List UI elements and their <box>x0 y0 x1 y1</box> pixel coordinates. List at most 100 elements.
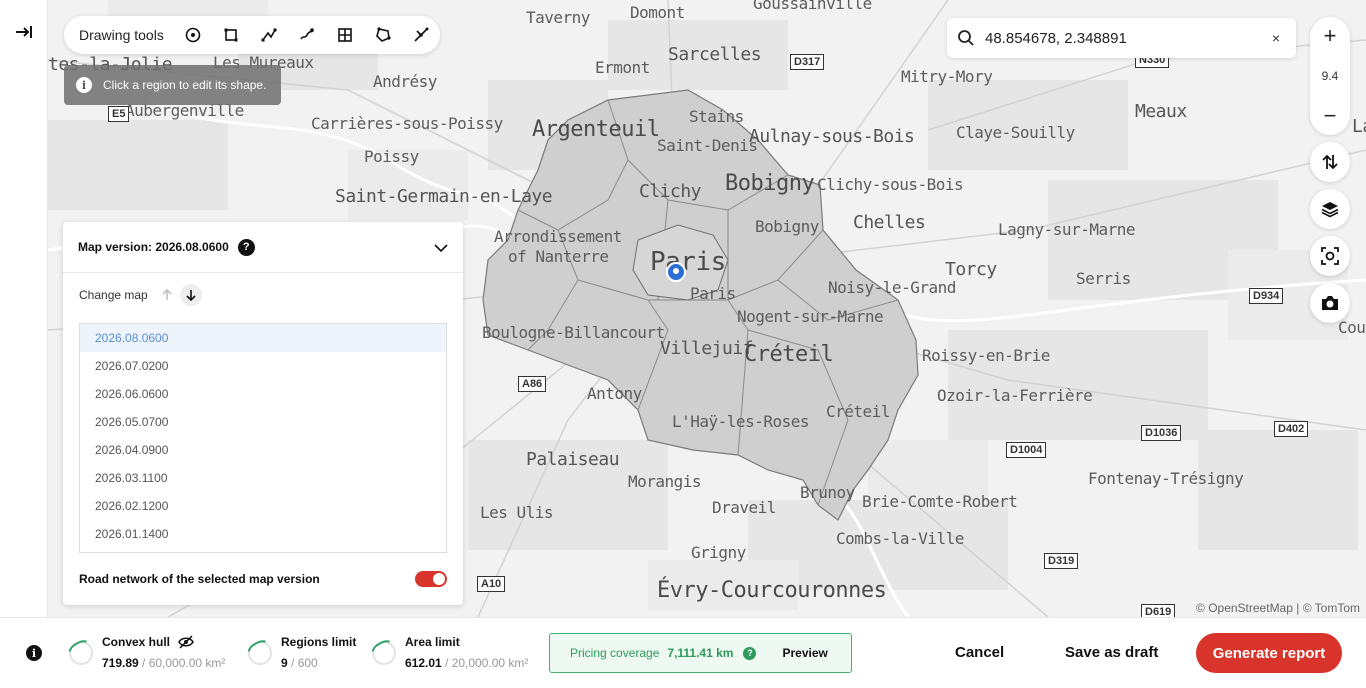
place-label: Stains <box>689 107 744 126</box>
grid-icon <box>338 28 352 42</box>
place-label: Clichy <box>639 181 702 202</box>
vertex-edit-tool-button[interactable] <box>402 16 440 54</box>
version-item[interactable]: 2026.04.0900 <box>80 436 446 464</box>
clear-search-button[interactable]: × <box>1266 28 1286 48</box>
sort-arrows-icon <box>1322 154 1338 170</box>
place-label: Ozoir-la-Ferrière <box>937 386 1093 405</box>
place-label: Aulnay-sous-Bois <box>749 126 915 147</box>
area-value: 612.01 <box>405 656 442 670</box>
place-label: Domont <box>630 3 685 22</box>
road-shield: D319 <box>1044 553 1079 569</box>
layers-button[interactable] <box>1310 189 1350 229</box>
place-label-big: Bobigny <box>725 171 815 196</box>
rectangle-tool-button[interactable] <box>212 16 250 54</box>
place-label: Goussainville <box>753 0 872 13</box>
place-label: Claye-Souilly <box>956 123 1075 142</box>
toggle-knob <box>433 573 445 585</box>
change-map-label: Change map <box>79 288 148 302</box>
place-label: of Nanterre <box>508 247 609 266</box>
version-item[interactable]: 2026.03.1100 <box>80 464 446 492</box>
road-shield: D934 <box>1249 288 1284 304</box>
location-search: × <box>947 18 1296 58</box>
info-icon: i <box>76 77 92 93</box>
edit-hint-tooltip: i Click a region to edit its shape. <box>64 65 281 105</box>
zoom-in-button[interactable]: + <box>1310 17 1350 55</box>
panel-header: Map version: 2026.08.0600 ? <box>63 222 463 273</box>
road-network-toggle[interactable] <box>415 571 447 587</box>
place-label: Chelles <box>853 212 926 233</box>
save-draft-button[interactable]: Save as draft <box>1065 644 1158 661</box>
place-label: Palaiseau <box>526 449 620 470</box>
arrow-up-icon <box>162 289 172 300</box>
zoom-out-button[interactable]: − <box>1310 97 1350 135</box>
place-label: Mitry-Mory <box>901 67 993 86</box>
preview-button[interactable]: Preview <box>782 646 827 660</box>
map-version-list[interactable]: 2026.08.0600 2026.07.0200 2026.06.0600 2… <box>79 323 447 553</box>
place-label-big: Créteil <box>744 342 834 367</box>
place-label: Poissy <box>364 147 419 166</box>
drawing-toolbar: Drawing tools <box>64 16 440 54</box>
version-item[interactable]: 2026.07.0200 <box>80 352 446 380</box>
place-label: Boulogne-Billancourt <box>482 323 665 342</box>
version-item[interactable]: 2026.06.0600 <box>80 380 446 408</box>
road-shield: A86 <box>518 376 547 392</box>
convex-hull-value: 719.89 <box>102 656 139 670</box>
bottom-bar: i Convex hull 719.89 / 60,000.00 km² Reg… <box>0 617 1366 688</box>
convex-hull-title: Convex hull <box>102 635 225 649</box>
place-label-big: Paris <box>650 247 726 277</box>
point-tool-button[interactable] <box>174 16 212 54</box>
swap-direction-button[interactable] <box>1310 142 1350 182</box>
version-item[interactable]: 2026.02.1200 <box>80 492 446 520</box>
location-pin-icon[interactable] <box>666 262 686 282</box>
place-label: Meaux <box>1135 101 1187 122</box>
search-input[interactable] <box>985 29 1245 47</box>
regions-limit-stat: Regions limit 9 / 600 <box>248 635 356 670</box>
freehand-tool-button[interactable] <box>288 16 326 54</box>
version-item[interactable]: 2026.01.1400 <box>80 520 446 548</box>
version-item[interactable]: 2026.05.0700 <box>80 408 446 436</box>
coverage-help-icon[interactable]: ? <box>743 646 757 660</box>
place-label: L'Haÿ-les-Roses <box>672 412 810 431</box>
place-label: Noisy-le-Grand <box>828 278 956 297</box>
version-item[interactable]: 2026.08.0600 <box>80 324 446 352</box>
collapse-panel-button[interactable] <box>431 238 451 258</box>
expand-sidebar-button[interactable] <box>8 16 40 48</box>
place-label: Clichy-sous-Bois <box>817 175 964 194</box>
coverage-value: 7,111.41 km <box>667 646 734 660</box>
info-icon[interactable]: i <box>26 645 42 661</box>
regions-limit: / 600 <box>287 656 318 670</box>
polyline-tool-button[interactable] <box>250 16 288 54</box>
freehand-icon <box>300 28 314 40</box>
generate-report-button[interactable]: Generate report <box>1196 633 1342 673</box>
arrow-down-icon <box>186 290 196 301</box>
grid-tool-button[interactable] <box>326 16 364 54</box>
area-limit-stat: Area limit 612.01 / 20,000.00 km² <box>372 635 528 670</box>
place-label: La <box>1352 116 1366 137</box>
drawing-tools-label: Drawing tools <box>79 27 164 43</box>
regions-value-row: 9 / 600 <box>281 656 356 670</box>
sort-ascending-button[interactable] <box>156 284 178 306</box>
convex-hull-limit: / 60,000.00 km² <box>138 656 226 670</box>
place-label: Grigny <box>691 543 746 562</box>
place-label: Torcy <box>945 259 997 280</box>
camera-icon <box>1322 296 1338 310</box>
road-shield: D317 <box>790 54 825 70</box>
map-attribution[interactable]: © OpenStreetMap | © TomTom <box>1196 601 1360 615</box>
point-icon <box>185 27 201 43</box>
eye-off-icon[interactable] <box>178 635 194 649</box>
road-shield: D402 <box>1274 421 1309 437</box>
sort-descending-button[interactable] <box>179 284 202 306</box>
chevron-down-icon <box>434 243 448 252</box>
place-label: Combs-la-Ville <box>836 529 964 548</box>
help-icon[interactable]: ? <box>237 238 255 256</box>
search-icon <box>958 30 974 46</box>
coverage-label: Pricing coverage <box>570 646 660 660</box>
cancel-button[interactable]: Cancel <box>955 644 1004 661</box>
polygon-tool-button[interactable] <box>364 16 402 54</box>
place-label: Serris <box>1076 269 1131 288</box>
place-label: Villejuif <box>660 338 754 359</box>
screenshot-button[interactable] <box>1310 283 1350 323</box>
focus-button[interactable] <box>1310 236 1350 276</box>
place-label: Carrières-sous-Poissy <box>311 114 503 133</box>
place-label: Antony <box>587 384 642 403</box>
